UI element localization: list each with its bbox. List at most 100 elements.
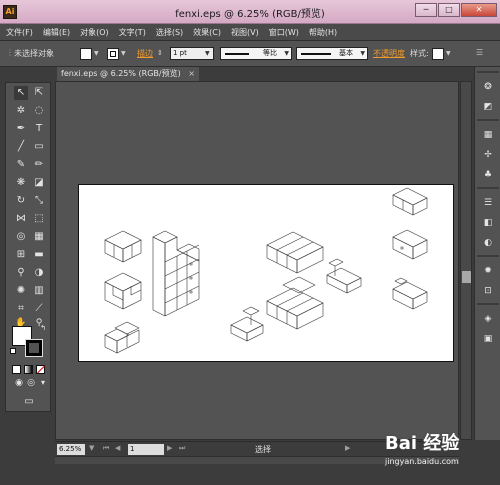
magic-wand-tool-icon[interactable]: ✲ — [14, 104, 28, 118]
swap-fill-stroke-icon[interactable]: ↰ — [36, 321, 50, 335]
menu-help[interactable]: 帮助(H) — [309, 27, 337, 38]
close-button[interactable]: ✕ — [461, 3, 497, 17]
minimize-button[interactable]: ─ — [415, 3, 437, 17]
block-shape-3 — [104, 321, 140, 354]
shape-builder-tool-icon[interactable]: ◎ — [14, 230, 28, 244]
type-tool-icon[interactable]: T — [32, 122, 46, 136]
brushes-panel-icon[interactable]: ✢ — [481, 149, 495, 161]
paintbrush-tool-icon[interactable]: ✎ — [14, 158, 28, 172]
last-artboard-icon[interactable]: ⏭ — [179, 444, 185, 453]
bar-shape-2 — [266, 276, 324, 330]
draw-inside-icon[interactable]: ▾ — [36, 376, 50, 390]
artboard[interactable] — [78, 184, 454, 362]
stroke-weight-value: 1 pt — [173, 49, 187, 57]
artboard-number-value: 1 — [130, 445, 135, 453]
menu-window[interactable]: 窗口(W) — [269, 27, 299, 38]
symbol-sprayer-tool-icon[interactable]: ✺ — [14, 284, 28, 298]
screen-mode-icon[interactable]: ▭ — [22, 395, 36, 409]
appearance-panel-icon[interactable]: ✹ — [481, 265, 495, 277]
block-shape-5 — [230, 306, 264, 342]
document-tab[interactable]: fenxi.eps @ 6.25% (RGB/预览) × — [57, 67, 199, 81]
stroke-panel-icon[interactable]: ☰ — [481, 197, 495, 209]
block-shape-1 — [104, 230, 142, 263]
stroke-color-box[interactable] — [25, 339, 43, 357]
stroke-color-swatch[interactable] — [107, 48, 119, 60]
vertical-scrollbar[interactable] — [460, 81, 472, 440]
stroke-weight-stepper-icon[interactable]: ⇕ — [157, 49, 163, 57]
free-transform-tool-icon[interactable]: ⬚ — [32, 212, 46, 226]
rotate-tool-icon[interactable]: ↻ — [14, 194, 28, 208]
opacity-link[interactable]: 不透明度 — [373, 48, 405, 59]
layers-panel-icon[interactable]: ◈ — [481, 313, 495, 325]
close-tab-icon[interactable]: × — [188, 67, 195, 81]
menu-effect[interactable]: 效果(C) — [193, 27, 221, 38]
width-tool-icon[interactable]: ⋈ — [14, 212, 28, 226]
variable-width-profile-dropdown[interactable]: 等比 ▼ — [220, 47, 292, 60]
blend-tool-icon[interactable]: ◑ — [32, 266, 46, 280]
perspective-grid-tool-icon[interactable]: ▦ — [32, 230, 46, 244]
gradient-mode-icon[interactable] — [24, 365, 33, 374]
menu-edit[interactable]: 编辑(E) — [43, 27, 70, 38]
symbols-panel-icon[interactable]: ♣ — [481, 169, 495, 181]
fill-color-swatch[interactable] — [80, 48, 92, 60]
scale-tool-icon[interactable]: ⤡ — [32, 194, 46, 208]
dock-divider — [477, 119, 499, 121]
transparency-panel-icon[interactable]: ◐ — [481, 237, 495, 249]
maximize-button[interactable]: □ — [438, 3, 460, 17]
color-mode-icon[interactable] — [12, 365, 21, 374]
line-tool-icon[interactable]: ╱ — [14, 140, 28, 154]
pen-tool-icon[interactable]: ✒ — [14, 122, 28, 136]
stroke-weight-dropdown-icon[interactable]: ▼ — [205, 50, 210, 57]
document-tab-bar: fenxi.eps @ 6.25% (RGB/预览) × — [55, 67, 459, 81]
default-colors-icon[interactable] — [10, 348, 16, 354]
tools-panel: ↖ ⇱ ✲ ◌ ✒ T ╱ ▭ ✎ ✏ ❋ ◪ ↻ ⤡ ⋈ ⬚ ◎ ▦ ⊞ ▬ … — [5, 82, 51, 412]
column-graph-tool-icon[interactable]: ▥ — [32, 284, 46, 298]
color-guide-panel-icon[interactable]: ◩ — [481, 101, 495, 113]
none-mode-icon[interactable] — [36, 365, 45, 374]
eraser-tool-icon[interactable]: ◪ — [32, 176, 46, 190]
lasso-tool-icon[interactable]: ◌ — [32, 104, 46, 118]
rectangle-tool-icon[interactable]: ▭ — [32, 140, 46, 154]
gradient-tool-icon[interactable]: ▬ — [32, 248, 46, 262]
zoom-dropdown-icon[interactable]: ▼ — [89, 444, 94, 452]
style-dropdown-arrow-icon[interactable]: ▼ — [446, 50, 451, 57]
artboard-number-field[interactable]: 1 — [128, 444, 164, 455]
first-artboard-icon[interactable]: ⏮ — [103, 444, 109, 453]
menu-object[interactable]: 对象(O) — [80, 27, 109, 38]
brush-definition-dropdown[interactable]: 基本 ▼ — [296, 47, 368, 60]
next-artboard-icon[interactable]: ▶ — [167, 444, 172, 452]
stroke-link[interactable]: 描边 — [137, 48, 153, 59]
graphic-styles-panel-icon[interactable]: ⊡ — [481, 285, 495, 297]
title-bar: Ai fenxi.eps @ 6.25% (RGB/预览) ─ □ ✕ — [0, 0, 500, 24]
gradient-panel-icon[interactable]: ◧ — [481, 217, 495, 229]
mesh-tool-icon[interactable]: ⊞ — [14, 248, 28, 262]
block-shape-6 — [392, 187, 428, 216]
fill-dropdown-arrow-icon[interactable]: ▼ — [94, 50, 99, 57]
previous-artboard-icon[interactable]: ◀ — [115, 444, 120, 452]
menu-file[interactable]: 文件(F) — [6, 27, 33, 38]
menu-bar: 文件(F) 编辑(E) 对象(O) 文字(T) 选择(S) 效果(C) 视图(V… — [0, 24, 500, 40]
graphic-style-swatch[interactable] — [432, 48, 444, 60]
menu-select[interactable]: 选择(S) — [156, 27, 183, 38]
artboard-tool-icon[interactable]: ⌗ — [14, 302, 28, 316]
eyedropper-tool-icon[interactable]: ⚲ — [14, 266, 28, 280]
stroke-dropdown-arrow-icon[interactable]: ▼ — [121, 50, 126, 57]
block-shape-4 — [326, 258, 362, 294]
block-shape-8 — [392, 277, 428, 310]
zoom-level-field[interactable]: 6.25% — [57, 444, 85, 455]
color-panel-icon[interactable]: ❂ — [481, 81, 495, 93]
control-bar-menu-icon[interactable]: ☰ — [476, 48, 483, 57]
panel-dock: ❂ ◩ ▦ ✢ ♣ ☰ ◧ ◐ ✹ ⊡ ◈ ▣ — [474, 67, 500, 440]
menu-view[interactable]: 视图(V) — [231, 27, 259, 38]
vertical-scroll-thumb[interactable] — [462, 271, 471, 283]
dock-divider — [477, 255, 499, 257]
swatches-panel-icon[interactable]: ▦ — [481, 129, 495, 141]
menu-type[interactable]: 文字(T) — [119, 27, 146, 38]
artboards-panel-icon[interactable]: ▣ — [481, 333, 495, 345]
direct-selection-tool-icon[interactable]: ⇱ — [32, 86, 46, 100]
status-menu-arrow-icon[interactable]: ▶ — [345, 444, 350, 452]
selection-tool-icon[interactable]: ↖ — [14, 86, 28, 100]
pencil-tool-icon[interactable]: ✏ — [32, 158, 46, 172]
blob-brush-tool-icon[interactable]: ❋ — [14, 176, 28, 190]
slice-tool-icon[interactable]: ⟋ — [32, 302, 46, 316]
